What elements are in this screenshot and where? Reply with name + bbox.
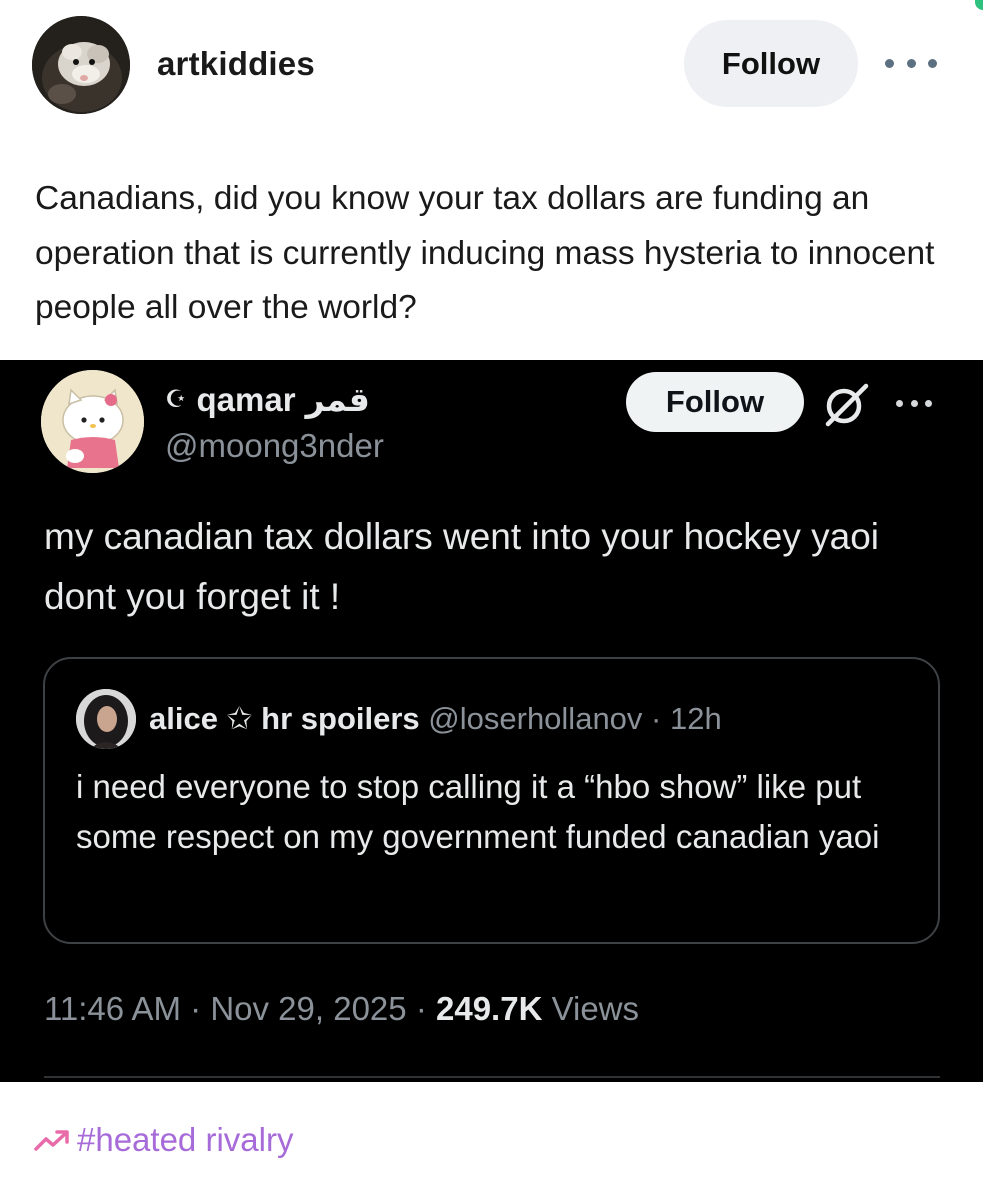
tweet-name-arabic: قمر [305, 381, 370, 418]
quoted-avatar [76, 689, 136, 749]
quoted-display-name: alice ✩ hr spoilers [149, 701, 420, 736]
quoted-time: 12h [670, 701, 722, 736]
tweet-more-icon [896, 398, 932, 408]
quoted-tweet: alice ✩ hr spoilers @loserhollanov · 12h… [43, 657, 940, 944]
more-options-icon[interactable] [885, 50, 937, 76]
divider [44, 1076, 940, 1078]
blog-name[interactable]: artkiddies [157, 45, 315, 83]
views-count: 249.7K [435, 990, 543, 1027]
dot [910, 399, 918, 407]
quoted-avatar-image [76, 689, 136, 749]
follow-button[interactable]: Follow [684, 20, 858, 107]
post-text: Canadians, did you know your tax dollars… [35, 180, 935, 326]
separator: · [190, 990, 202, 1027]
separator: · [415, 990, 427, 1027]
tweet-display-name: ☪ qamar قمر [165, 380, 370, 419]
hello-kitty-avatar-image [41, 370, 144, 473]
tweet-avatar [41, 370, 144, 473]
tweet-name-latin: qamar [196, 380, 296, 418]
dot [925, 399, 932, 407]
opossum-avatar-image [32, 16, 130, 114]
quoted-meta: alice ✩ hr spoilers @loserhollanov · 12h [149, 701, 722, 737]
quoted-handle: @loserhollanov [428, 701, 643, 736]
crescent-star-icon: ☪ [165, 386, 187, 413]
tweet-date: Nov 29, 2025 [210, 990, 407, 1027]
tweet-body: my canadian tax dollars went into your h… [44, 516, 879, 617]
tag-heated-rivalry[interactable]: #heated rivalry [77, 1121, 293, 1159]
embedded-tweet-image: ☪ qamar قمر @moong3nder Follow my canadi… [0, 360, 983, 1082]
quoted-body: i need everyone to stop calling it a “hb… [76, 768, 880, 855]
tag-list: #heated rivalry [33, 1121, 293, 1159]
tweet-follow-button: Follow [626, 372, 804, 432]
avatar[interactable] [32, 16, 130, 114]
dot [885, 58, 894, 68]
trending-up-icon [34, 1130, 69, 1151]
dot [928, 58, 937, 68]
tweet-time: 11:46 AM [44, 990, 181, 1027]
dot [896, 399, 903, 407]
dot [906, 58, 916, 68]
grok-icon [825, 383, 869, 427]
views-label: Views [551, 990, 640, 1027]
tweet-footer: 11:46 AM · Nov 29, 2025 · 249.7K Views [44, 990, 639, 1028]
separator: · [651, 701, 662, 736]
tweet-handle: @moong3nder [165, 427, 384, 464]
post-header: artkiddies Follow [0, 0, 983, 130]
